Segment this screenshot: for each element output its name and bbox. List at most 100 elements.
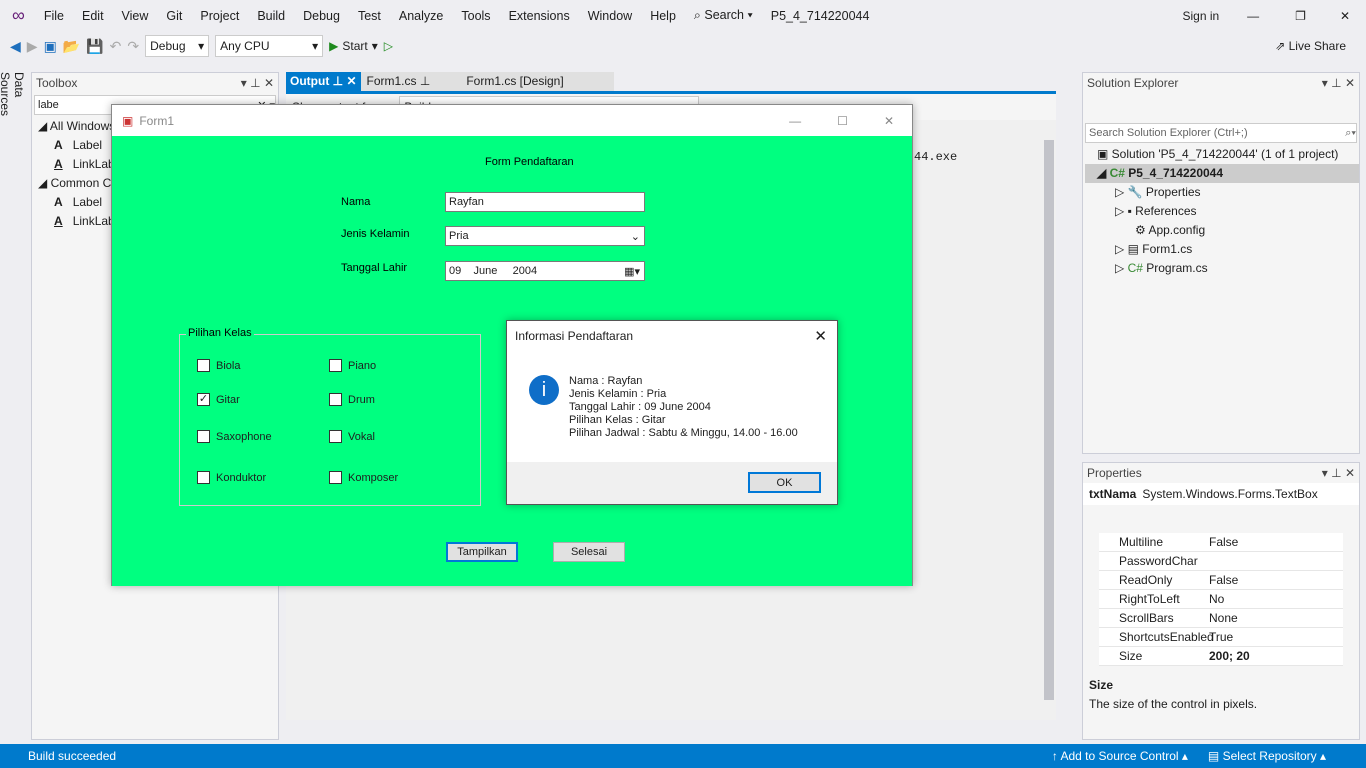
prop-row[interactable]: ShortcutsEnabled True [1099,628,1343,647]
nama-input[interactable]: Rayfan [445,192,645,212]
menu-view[interactable]: View [113,9,158,23]
live-share-button[interactable]: ⇗ Live Share [1275,39,1366,53]
se-item[interactable]: ⚙ App.config [1097,221,1359,240]
prop-name: ReadOnly [1119,573,1173,587]
toolbox-header: Toolbox ▾ ⊥ ✕ [32,73,278,93]
jk-select[interactable]: Pria ⌄ [445,226,645,246]
config-select[interactable]: Debug ▾ [145,35,210,57]
menu-help[interactable]: Help [641,9,685,23]
redo-icon[interactable]: ↷ [127,38,139,55]
maximize-icon[interactable]: ❐ [1277,9,1324,23]
check-konduktor[interactable]: Konduktor [197,471,266,484]
se-item[interactable]: ▷ ▤ Form1.cs [1097,240,1359,259]
platform-select[interactable]: Any CPU ▾ [215,35,324,57]
se-item[interactable]: ▷ C# Program.cs [1097,259,1359,278]
info-icon: i [529,375,559,405]
menu-tools[interactable]: Tools [452,9,499,23]
dialog-close[interactable]: ✕ [814,327,837,345]
check-biola[interactable]: Biola [197,359,240,372]
tab-output[interactable]: Output ⊥ ✕ [286,72,361,91]
form1-close[interactable]: ✕ [866,114,912,128]
selesai-button[interactable]: Selesai [553,542,625,562]
start-button[interactable]: ▶ Start ▾ [329,39,378,53]
check-label: Vokal [348,430,375,443]
tab-form1-cs[interactable]: Form1.cs ⊥ [361,72,437,91]
jk-value: Pria [449,230,469,242]
check-drum[interactable]: Drum [329,393,375,406]
props-object-select[interactable]: txtNama System.Windows.Forms.TextBox [1083,483,1359,505]
menu-analyze[interactable]: Analyze [390,9,452,23]
prop-row[interactable]: Multiline False [1099,533,1343,552]
check-gitar[interactable]: ✓ Gitar [197,393,240,406]
props-close-icon[interactable]: ▾ ⊥ ✕ [1322,466,1355,480]
se-title: Solution Explorer [1087,76,1179,90]
prop-row[interactable]: ReadOnly False [1099,571,1343,590]
save-icon[interactable]: 💾 [86,38,103,55]
start-label: Start [342,39,368,53]
se-search[interactable]: Search Solution Explorer (Ctrl+;) ⌕▾ [1085,123,1357,143]
tampilkan-button[interactable]: Tampilkan [446,542,518,562]
group-label: Pilihan Kelas [186,327,254,339]
search-button[interactable]: ⌕ Search ▾ [685,8,762,23]
node-label: P5_4_714220044 [1128,166,1224,180]
prop-row[interactable]: PasswordChar [1099,552,1343,571]
se-item[interactable]: ▷ ▪ References [1097,202,1359,221]
check-label: Saxophone [216,430,272,443]
form1-maximize[interactable]: ☐ [819,114,866,128]
prop-row[interactable]: Size 200; 20 [1099,647,1343,666]
menu-test[interactable]: Test [349,9,390,23]
form-heading: Form Pendaftaran [485,156,574,168]
se-header: Solution Explorer ▾ ⊥ ✕ [1083,73,1359,93]
menu-extensions[interactable]: Extensions [500,9,579,23]
check-saxophone[interactable]: Saxophone [197,430,272,443]
calendar-icon[interactable]: ▦▾ [624,265,644,278]
form1-minimize[interactable]: — [771,114,819,128]
se-item[interactable]: ▷ 🔧 Properties [1097,183,1359,202]
vs-logo: ∞ [12,5,25,25]
undo-icon[interactable]: ↶ [110,38,122,55]
back-icon[interactable]: ◀ [10,38,21,55]
output-scrollbar[interactable] [1044,140,1054,700]
menu-debug[interactable]: Debug [294,9,349,23]
project-node[interactable]: ◢ C# P5_4_714220044 [1085,164,1359,183]
close-icon[interactable]: ✕ [1324,9,1366,23]
toolbox-close-icon[interactable]: ▾ ⊥ ✕ [241,76,274,90]
select-repository[interactable]: ▤ Select Repository ▴ [1208,749,1326,763]
prop-name: ScrollBars [1119,611,1174,625]
menu-build[interactable]: Build [248,9,294,23]
add-source-control[interactable]: ↑ Add to Source Control ▴ [1052,749,1188,763]
new-project-icon[interactable]: ▣ [44,38,57,55]
start-without-debug-icon[interactable]: ▷ [384,39,393,53]
data-sources-tab[interactable]: Data Sources [0,72,26,142]
menu-edit[interactable]: Edit [73,9,113,23]
sign-in-button[interactable]: Sign in [1182,9,1229,23]
solution-node[interactable]: ▣ Solution 'P5_4_714220044' (1 of 1 proj… [1097,145,1359,164]
prop-row[interactable]: ScrollBars None [1099,609,1343,628]
menu-window[interactable]: Window [579,9,641,23]
check-piano[interactable]: Piano [329,359,376,372]
check-label: Drum [348,393,375,406]
menu-git[interactable]: Git [157,9,191,23]
prop-value: False [1209,573,1239,587]
tab-strip: Output ⊥ ✕ Form1.cs ⊥ Form1.cs [Design] [286,72,614,91]
tgl-picker[interactable]: 09 June 2004 ▦▾ [445,261,645,281]
tab-label: Form1.cs [Design] [466,74,564,88]
props-type: System.Windows.Forms.TextBox [1142,487,1318,501]
props-object: txtNama [1089,487,1137,501]
prop-name: Size [1119,649,1143,663]
prop-row[interactable]: RightToLeft No [1099,590,1343,609]
props-description: Size The size of the control in pixels. [1083,666,1359,711]
ok-button[interactable]: OK [748,472,821,493]
open-icon[interactable]: 📂 [63,38,80,55]
message-line: Nama : Rayfan [569,375,643,387]
menu-file[interactable]: File [35,9,73,23]
tab-form1-design[interactable]: Form1.cs [Design] [436,72,593,91]
tgl-year: 2004 [512,265,538,277]
check-label: Komposer [348,471,399,484]
minimize-icon[interactable]: — [1229,9,1277,23]
forward-icon[interactable]: ▶ [27,38,38,55]
se-close-icon[interactable]: ▾ ⊥ ✕ [1322,76,1355,90]
check-vokal[interactable]: Vokal [329,430,375,443]
menu-project[interactable]: Project [191,9,248,23]
check-komposer[interactable]: Komposer [329,471,398,484]
